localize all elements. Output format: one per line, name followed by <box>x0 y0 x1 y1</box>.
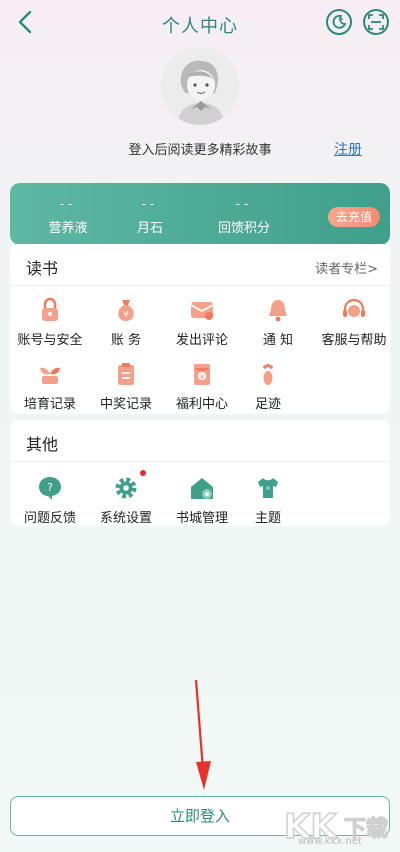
top-bar: 个人中心 <box>0 0 400 46</box>
grid-item-comments[interactable]: 发出评论 <box>162 296 242 348</box>
grid-item-billing[interactable]: ¥ 账 务 <box>86 296 166 348</box>
grid-item-theme[interactable]: 主题 <box>238 474 298 526</box>
register-link[interactable]: 注册 <box>334 139 362 159</box>
red-dot-badge <box>140 470 146 476</box>
avatar[interactable] <box>161 47 239 125</box>
reading-heading: 读书 <box>26 259 59 278</box>
bell-icon <box>269 300 287 322</box>
grid-item-feedback[interactable]: ? 问题反馈 <box>10 474 90 526</box>
grid-item-welfare-center[interactable]: ¥ 福利中心 <box>162 360 242 412</box>
red-envelope-icon: ¥ <box>194 364 210 385</box>
grid-item-label: 足迹 <box>254 397 281 412</box>
stat-label: 月石 <box>136 221 163 236</box>
watermark-url: www.kkx.net <box>298 836 362 847</box>
envelope-icon <box>190 302 214 320</box>
stat-label: 回馈积分 <box>217 221 270 236</box>
grid-item-label: 问题反馈 <box>23 511 76 526</box>
grid-item-label: 发出评论 <box>175 333 228 348</box>
lock-icon <box>42 297 58 321</box>
assets-card: -- 营养液 -- 月石 -- 回馈积分 去充值 <box>10 183 390 245</box>
reading-panel-header: 读书 读者专栏> <box>10 244 390 286</box>
grid-item-notifications[interactable]: 通 知 <box>238 296 318 348</box>
stat-label: 营养液 <box>48 221 88 236</box>
house-gear-icon <box>191 478 213 499</box>
grid-item-label: 系统设置 <box>99 511 152 526</box>
stat-value: -- <box>235 197 253 211</box>
grid-item-settings[interactable]: 系统设置 <box>86 470 166 526</box>
svg-text:?: ? <box>47 481 53 494</box>
night-mode-button[interactable] <box>326 9 352 35</box>
stat-value: -- <box>141 197 159 211</box>
grid-item-label: 书城管理 <box>175 511 228 526</box>
default-avatar-icon <box>161 47 239 125</box>
grid-item-label: 中奖记录 <box>99 397 152 412</box>
grid-item-footprints[interactable]: 足迹 <box>238 360 298 412</box>
grid-item-label: 通 知 <box>262 333 294 348</box>
stat-points[interactable]: -- 回馈积分 <box>199 197 289 236</box>
grid-item-label: 福利中心 <box>175 397 228 412</box>
grid-item-label: 客服与帮助 <box>321 333 387 348</box>
svg-text:¥: ¥ <box>200 374 204 381</box>
stat-value: -- <box>59 197 77 211</box>
svg-text:¥: ¥ <box>123 310 128 319</box>
stat-moonstone[interactable]: -- 月石 <box>105 197 195 236</box>
reading-panel: 读书 读者专栏> 账号与安全 ¥ 账 务 发出评论 通 知 客服与帮助 培育记录… <box>10 244 390 414</box>
grid-item-label: 账号与安全 <box>17 333 83 348</box>
money-bag-icon: ¥ <box>118 300 134 321</box>
grid-item-bookstore-management[interactable]: 书城管理 <box>162 474 242 526</box>
clipboard-icon <box>118 363 134 385</box>
grid-item-label: 账 务 <box>110 333 142 348</box>
grid-item-support[interactable]: 客服与帮助 <box>314 296 394 348</box>
reader-column-link[interactable]: 读者专栏> <box>315 258 378 277</box>
headset-icon <box>343 298 365 317</box>
other-panel-header: 其他 <box>10 420 390 462</box>
footprint-icon <box>263 363 273 385</box>
question-icon: ? <box>39 477 61 500</box>
scan-button[interactable] <box>363 9 389 35</box>
sprout-icon <box>40 367 60 384</box>
grid-item-prize-record[interactable]: 中奖记录 <box>86 360 166 412</box>
other-heading: 其他 <box>26 435 59 454</box>
grid-item-account-security[interactable]: 账号与安全 <box>10 296 90 348</box>
grid-item-cultivation-record[interactable]: 培育记录 <box>10 360 90 412</box>
grid-item-label: 培育记录 <box>23 397 76 412</box>
shirt-icon <box>258 478 278 498</box>
recharge-button[interactable]: 去充值 <box>328 207 380 227</box>
moon-icon <box>332 14 347 29</box>
gear-icon <box>115 477 137 499</box>
grid-item-label: 主题 <box>254 511 281 526</box>
stat-nutrient[interactable]: -- 营养液 <box>23 197 113 236</box>
other-panel: 其他 ? 问题反馈 系统设置 书城管理 主题 <box>10 420 390 526</box>
scan-icon <box>368 14 384 30</box>
